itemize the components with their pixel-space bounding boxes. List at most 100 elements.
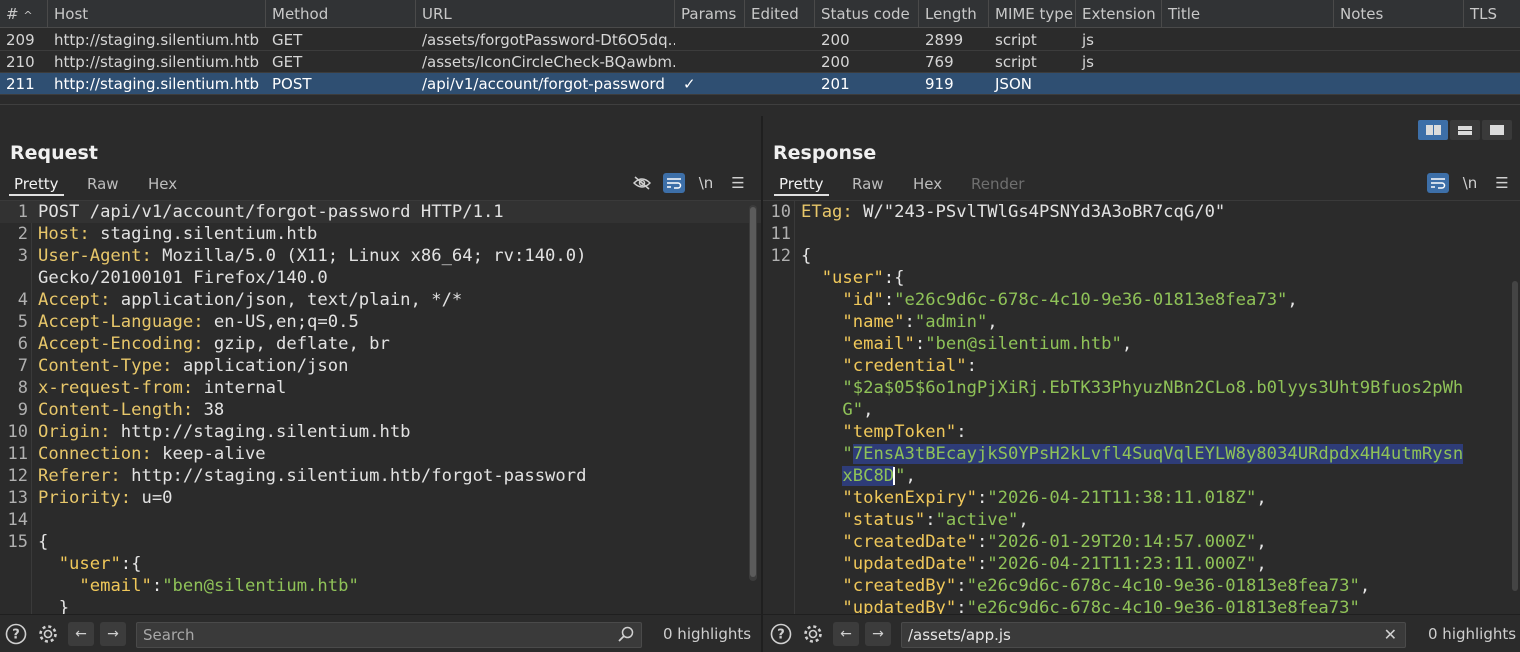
col-extension-header[interactable]: Extension — [1076, 0, 1162, 28]
response-search-input[interactable] — [908, 626, 1356, 644]
table-row[interactable]: 209 http://staging.silentium.htb GET /as… — [0, 29, 1520, 51]
col-mime-header[interactable]: MIME type — [989, 0, 1076, 28]
help-icon[interactable]: ? — [4, 622, 28, 646]
code-line: 15{ — [7, 532, 49, 552]
cell-url: /assets/forgotPassword-Dt6O5dq... — [422, 31, 675, 49]
code-line: 9 Content-Length: 38 — [17, 400, 225, 420]
cell-status: 200 — [821, 31, 850, 49]
code-line: "user":{ — [821, 268, 905, 288]
http-history-table: # ^ Host Method URL Params Edited Status… — [0, 0, 1520, 104]
settings-gear-icon[interactable] — [801, 622, 825, 646]
col-url-header[interactable]: URL — [416, 0, 675, 28]
code-line: 2 Host: staging.silentium.htb — [17, 224, 318, 244]
cell-method: POST — [272, 75, 312, 93]
tab-raw[interactable]: Raw — [82, 172, 124, 196]
tab-render[interactable]: Render — [966, 172, 1029, 196]
help-icon[interactable]: ? — [769, 622, 793, 646]
request-search[interactable] — [136, 622, 642, 648]
back-arrow-button[interactable]: ← — [833, 622, 859, 646]
request-title: Request — [10, 142, 98, 164]
code-line: 8 x-request-from: internal — [17, 378, 287, 398]
cell-extension: js — [1082, 31, 1094, 49]
search-icon[interactable] — [617, 625, 635, 650]
code-line: 12{ — [770, 246, 812, 266]
col-length-header[interactable]: Length — [919, 0, 989, 28]
cell-num: 209 — [6, 31, 35, 49]
layout-side-by-side-button[interactable] — [1418, 120, 1448, 140]
col-num-header[interactable]: # ^ — [0, 0, 48, 28]
table-row-selected[interactable]: 211 http://staging.silentium.htb POST /a… — [0, 73, 1520, 95]
table-header: # ^ Host Method URL Params Edited Status… — [0, 0, 1520, 28]
code-line: "email":"ben@silentium.htb", — [842, 334, 1133, 354]
code-line: xBC8D", — [842, 466, 916, 486]
forward-arrow-button[interactable]: → — [100, 622, 126, 646]
cell-length: 2899 — [925, 31, 964, 49]
cell-params — [675, 29, 745, 51]
selected-token-text[interactable]: 7EnsA3tBEcayjkS0YPsH2kLvfl4SuqVqlEYLW8y8… — [852, 444, 1464, 464]
cell-method: GET — [272, 53, 303, 71]
word-wrap-icon[interactable] — [663, 173, 685, 193]
clear-close-icon[interactable]: ✕ — [1384, 623, 1397, 647]
response-title: Response — [773, 142, 877, 164]
menu-icon[interactable]: ☰ — [727, 173, 749, 193]
cell-length: 919 — [925, 75, 954, 93]
response-panel: Response Pretty Raw Hex Render \n ☰ 10 ET… — [763, 116, 1520, 614]
col-params-header[interactable]: Params — [675, 0, 745, 28]
request-scrollbar[interactable] — [749, 205, 757, 581]
forward-arrow-button[interactable]: → — [865, 622, 891, 646]
col-status-header[interactable]: Status code — [815, 0, 919, 28]
request-highlights-count: 0 highlights — [663, 625, 752, 643]
layout-stacked-button[interactable] — [1450, 120, 1480, 140]
code-line: 11 — [770, 224, 791, 244]
newline-toggle-icon[interactable]: \n — [1459, 173, 1481, 193]
code-line: "status":"active", — [842, 510, 1029, 530]
response-scrollbar[interactable] — [1511, 281, 1519, 591]
col-host-header[interactable]: Host — [48, 0, 266, 28]
menu-icon[interactable]: ☰ — [1491, 173, 1513, 193]
selected-token-text[interactable]: xBC8D — [842, 466, 895, 486]
tab-hex[interactable]: Hex — [143, 172, 182, 196]
tab-raw[interactable]: Raw — [847, 172, 889, 196]
col-edited-header[interactable]: Edited — [745, 0, 815, 28]
response-bottom-bar: ? ← → ✕ 0 highlights — [763, 614, 1520, 652]
response-editor[interactable]: 10 ETag: W/"243-PSvlTWlGs4PSNYd3A3oBR7cqG… — [763, 200, 1520, 614]
table-row[interactable]: 210 http://staging.silentium.htb GET /as… — [0, 51, 1520, 73]
horizontal-splitter[interactable] — [0, 104, 1520, 116]
hide-eye-icon[interactable] — [631, 173, 653, 193]
tab-pretty[interactable]: Pretty — [774, 172, 829, 196]
request-bottom-bar: ? ← → 0 highlights — [0, 614, 761, 652]
settings-gear-icon[interactable] — [36, 622, 60, 646]
col-tls-header[interactable]: TLS — [1464, 0, 1520, 28]
col-title-header[interactable]: Title — [1162, 0, 1334, 28]
request-editor[interactable]: 1 POST /api/v1/account/forgot-password HT… — [0, 200, 761, 614]
code-line: "updatedBy":"e26c9d6c-678c-4c10-9e36-018… — [842, 598, 1360, 614]
code-line: Gecko/20100101 Firefox/140.0 — [38, 268, 328, 288]
code-line: 14 — [7, 510, 28, 530]
cell-num: 210 — [6, 53, 35, 71]
col-method-header[interactable]: Method — [266, 0, 416, 28]
code-line: "7EnsA3tBEcayjkS0YPsH2kLvfl4SuqVqlEYLW8y… — [842, 444, 1464, 464]
response-search[interactable]: ✕ — [901, 622, 1406, 648]
cell-host: http://staging.silentium.htb — [54, 53, 260, 71]
tab-hex[interactable]: Hex — [908, 172, 947, 196]
cell-status: 201 — [821, 75, 850, 93]
layout-single-button[interactable] — [1482, 120, 1512, 140]
request-search-input[interactable] — [143, 626, 592, 644]
response-highlights-count: 0 highlights — [1428, 625, 1517, 643]
svg-text:?: ? — [12, 628, 20, 643]
back-arrow-button[interactable]: ← — [68, 622, 94, 646]
tab-pretty[interactable]: Pretty — [9, 172, 64, 196]
cell-params-check-icon: ✓ — [683, 75, 696, 93]
cell-method: GET — [272, 31, 303, 49]
col-notes-header[interactable]: Notes — [1334, 0, 1464, 28]
request-code: 1 POST /api/v1/account/forgot-password HT… — [0, 201, 761, 614]
code-line: "updatedDate":"2026-04-21T11:23:11.000Z"… — [842, 554, 1267, 574]
code-line: "user":{ — [58, 554, 142, 574]
word-wrap-icon[interactable] — [1427, 173, 1449, 193]
request-panel: Request Pretty Raw Hex \n ☰ 1 POST /api/v… — [0, 116, 761, 614]
cell-length: 769 — [925, 53, 954, 71]
newline-toggle-icon[interactable]: \n — [695, 173, 717, 193]
cell-mime: script — [995, 53, 1037, 71]
code-line: 1 POST /api/v1/account/forgot-password HT… — [0, 201, 761, 223]
code-line: 10 ETag: W/"243-PSvlTWlGs4PSNYd3A3oBR7cqG… — [770, 202, 1226, 222]
